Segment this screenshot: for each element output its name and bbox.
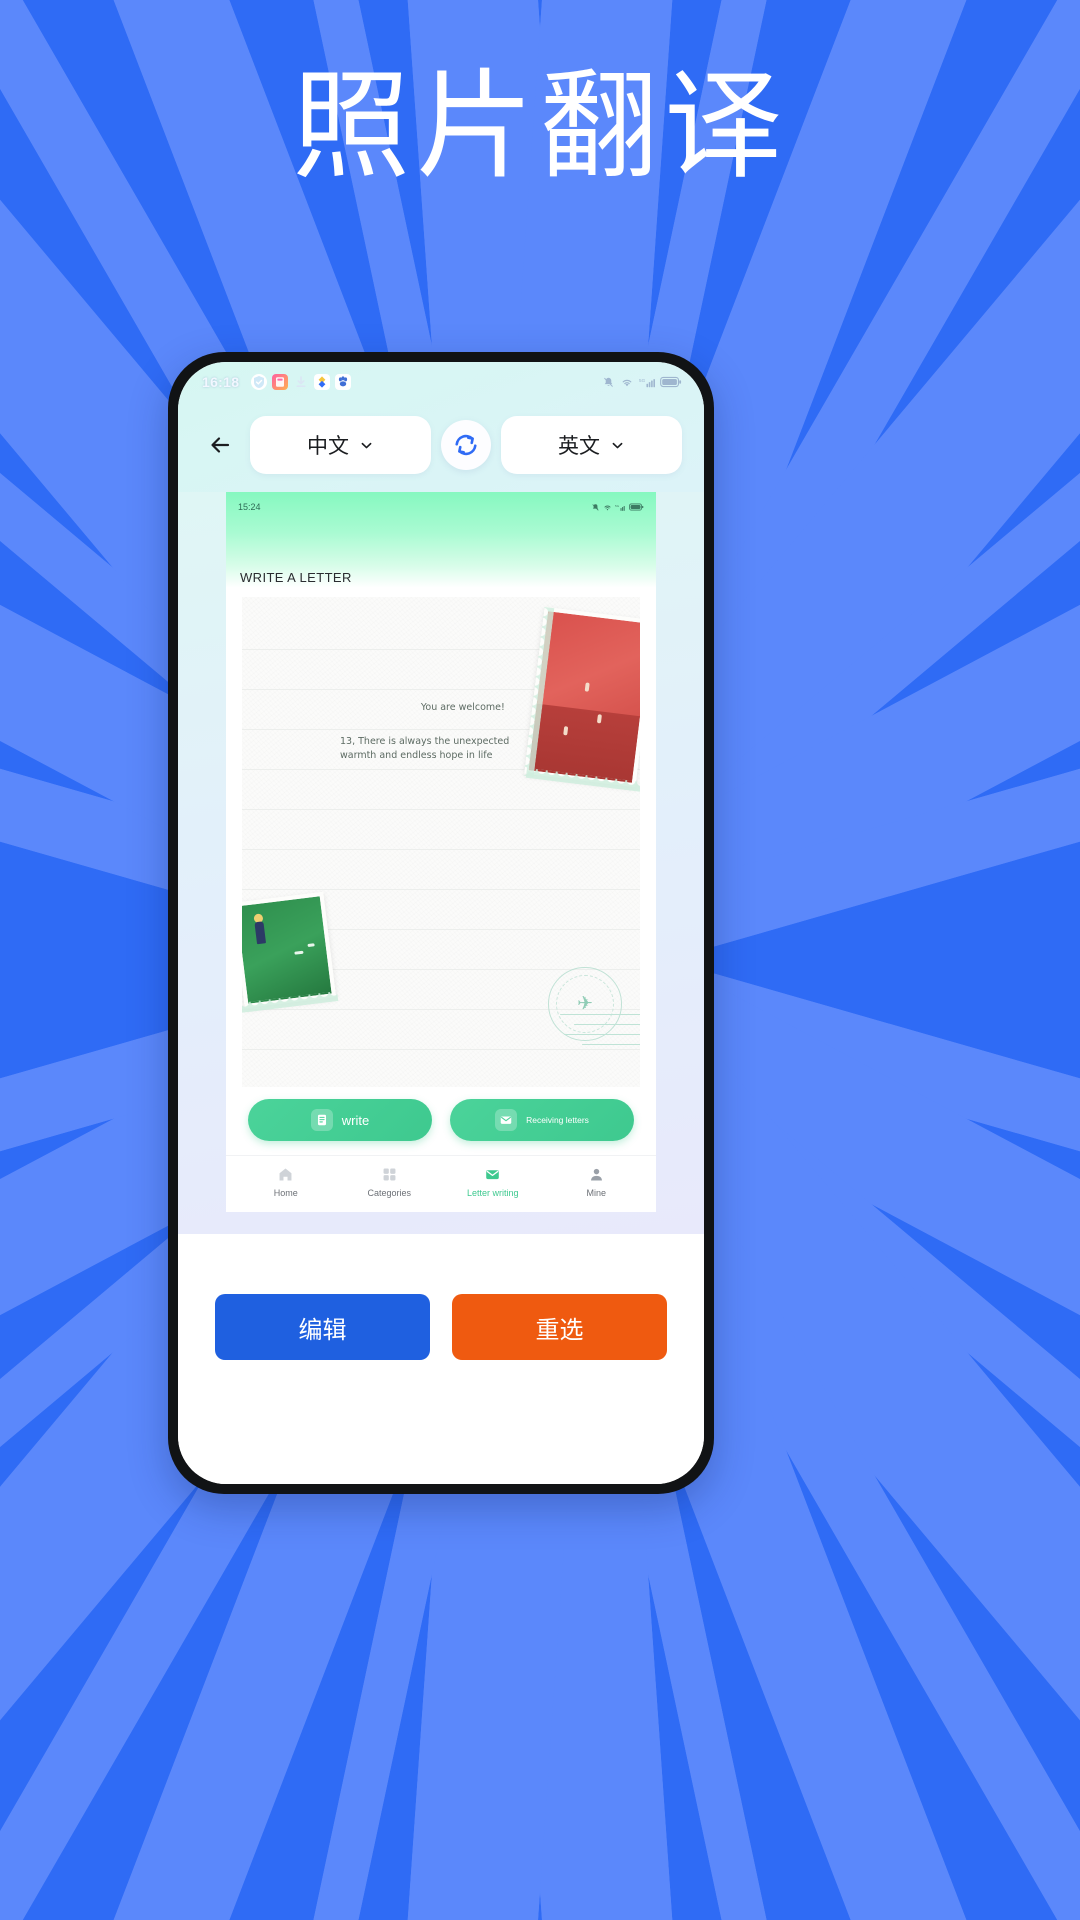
write-button[interactable]: write xyxy=(248,1099,432,1141)
captured-screenshot-container: 15:24 5G WRITE A LETTER You are welcome!… xyxy=(178,492,704,1234)
signal-5g-icon: 5G xyxy=(639,377,655,387)
source-language-selector[interactable]: 中文 xyxy=(250,416,431,474)
receiving-letters-button[interactable]: Receiving letters xyxy=(450,1099,634,1141)
target-language-selector[interactable]: 英文 xyxy=(501,416,682,474)
signal-5g-icon: 5G xyxy=(615,503,625,511)
inner-action-buttons: write Receiving letters xyxy=(226,1087,656,1155)
letter-paper[interactable]: You are welcome! 13, There is always the… xyxy=(242,597,640,1087)
nav-item-label: Categories xyxy=(367,1188,412,1198)
captured-screenshot[interactable]: 15:24 5G WRITE A LETTER You are welcome!… xyxy=(226,492,656,1212)
mute-bell-icon xyxy=(604,377,613,387)
status-bar: 16:18 5G xyxy=(178,362,704,402)
edit-button[interactable]: 编辑 xyxy=(215,1294,430,1360)
nav-item-home[interactable]: Home xyxy=(234,1166,338,1198)
green-photo-stamp xyxy=(242,891,337,1009)
person-icon xyxy=(590,1168,602,1181)
status-bar-time: 16:18 xyxy=(202,374,240,390)
phone-mockup: 16:18 5G 中文 英文 15:24 5G WRITE A LETTER Y… xyxy=(168,352,714,1494)
letter-body: 13, There is always the unexpected warmt… xyxy=(340,736,510,761)
envelope-icon xyxy=(495,1109,518,1131)
inner-status-bar: 15:24 5G xyxy=(226,492,656,522)
nav-item-mine[interactable]: Mine xyxy=(545,1166,649,1198)
write-button-label: write xyxy=(341,1112,370,1128)
inner-status-bar-icons: 5G xyxy=(591,503,644,512)
wifi-icon xyxy=(622,379,632,386)
phone-screen: 16:18 5G 中文 英文 15:24 5G WRITE A LETTER Y… xyxy=(178,362,704,1484)
status-bar-notification-icons xyxy=(246,374,352,390)
wifi-icon xyxy=(604,505,611,510)
back-button[interactable] xyxy=(200,425,240,465)
nav-item-label: Home xyxy=(273,1188,298,1198)
note-pencil-icon xyxy=(310,1109,333,1131)
nav-item-letter-writing[interactable]: Letter writing xyxy=(441,1166,545,1198)
swap-languages-button[interactable] xyxy=(441,420,491,470)
grid-icon xyxy=(383,1168,396,1181)
airplane-postmark-icon: ✈ xyxy=(548,967,622,1041)
nav-item-label: Letter writing xyxy=(466,1188,519,1198)
svg-text:5G: 5G xyxy=(615,503,620,507)
nav-item-categories[interactable]: Categories xyxy=(338,1166,442,1198)
footer-actions: 编辑 重选 xyxy=(178,1234,704,1484)
arrow-left-icon xyxy=(211,437,230,453)
chevron-down-icon xyxy=(361,442,372,448)
download-icon xyxy=(293,374,309,390)
battery-icon xyxy=(629,503,644,511)
mute-bell-icon xyxy=(592,503,599,511)
shield-check-icon xyxy=(251,374,268,390)
paw-icon xyxy=(335,374,352,390)
source-language-label: 中文 xyxy=(307,435,349,458)
target-language-label: 英文 xyxy=(558,435,600,458)
receiving-letters-button-label: Receiving letters xyxy=(526,1115,589,1125)
status-bar-system-icons: 5G xyxy=(602,376,682,389)
svg-text:5G: 5G xyxy=(639,377,646,382)
inner-bottom-nav: Home Categories Letter writing Mine xyxy=(226,1155,656,1212)
nav-item-label: Mine xyxy=(586,1188,606,1198)
envelope-icon xyxy=(486,1170,500,1180)
app-yellow-blue-icon xyxy=(314,374,331,390)
battery-icon xyxy=(660,376,682,388)
app-pink-icon xyxy=(272,374,289,390)
translate-toolbar: 中文 英文 xyxy=(178,402,704,492)
page-title: 照片翻译 xyxy=(291,57,788,195)
refresh-swap-icon xyxy=(455,434,477,456)
reselect-button[interactable]: 重选 xyxy=(452,1294,667,1360)
chevron-down-icon xyxy=(612,442,623,448)
app-top-region: 16:18 5G 中文 英文 15:24 5G WRITE A LETTER Y… xyxy=(178,362,704,1234)
home-icon xyxy=(279,1168,292,1181)
inner-app-header: 15:24 5G xyxy=(226,492,656,566)
inner-page-title: WRITE A LETTER xyxy=(226,566,656,597)
inner-status-bar-time: 15:24 xyxy=(238,502,261,512)
letter-greeting: You are welcome! xyxy=(420,702,505,713)
